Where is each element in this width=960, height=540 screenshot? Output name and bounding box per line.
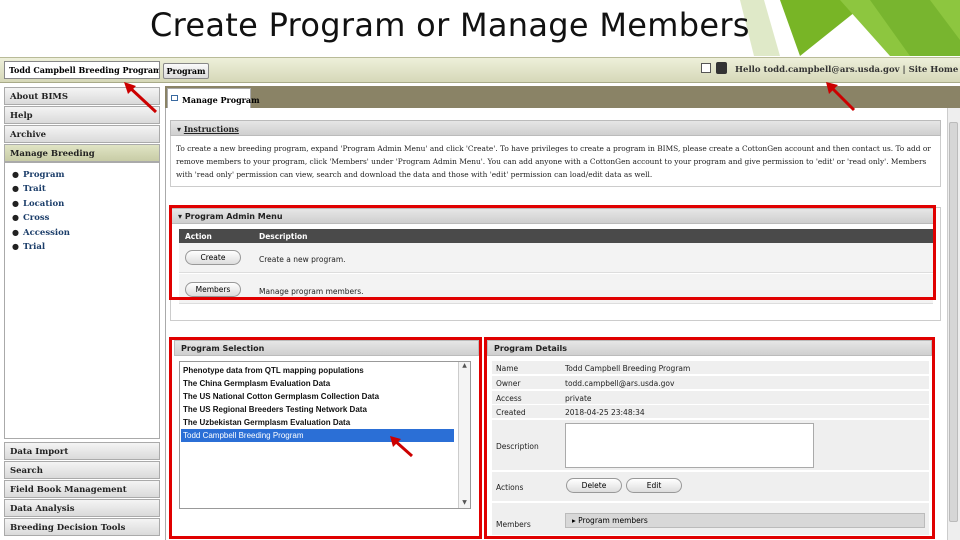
sidebar-item-data-import[interactable]: Data Import <box>4 442 160 460</box>
highlight-admin-menu <box>169 205 936 300</box>
submenu-item-cross[interactable]: ● Cross <box>12 212 49 223</box>
user-greeting-links[interactable]: Hello todd.campbell@ars.usda.gov | Site … <box>735 65 960 75</box>
slide-title: Create Program or Manage Members <box>150 6 750 44</box>
program-select[interactable]: Todd Campbell Breeding Program <box>4 61 160 79</box>
red-arrow-icon <box>826 82 856 112</box>
sidebar-item-archive[interactable]: Archive <box>4 125 160 143</box>
submenu-item-trial[interactable]: ● Trial <box>12 241 45 252</box>
program-button[interactable]: Program <box>163 63 209 79</box>
collapse-arrow-icon: ▾ <box>177 124 184 134</box>
red-arrow-icon <box>390 436 413 458</box>
sidebar-item-breeding-tools[interactable]: Breeding Decision Tools <box>4 518 160 536</box>
highlight-program-selection <box>169 337 482 539</box>
tab-manage-program[interactable]: Manage Program <box>167 88 260 108</box>
instructions-header[interactable]: ▾ Instructions <box>170 120 941 136</box>
user-icon[interactable] <box>716 62 727 74</box>
submenu-item-location[interactable]: ● Location <box>12 198 64 209</box>
main-scrollbar-thumb[interactable] <box>949 122 958 522</box>
sidebar-item-field-book[interactable]: Field Book Management <box>4 480 160 498</box>
window-icon <box>171 95 178 101</box>
red-arrow-icon <box>124 82 158 114</box>
sidebar-item-manage-breeding[interactable]: Manage Breeding <box>4 144 160 162</box>
calendar-icon[interactable] <box>701 63 711 73</box>
submenu-item-accession[interactable]: ● Accession <box>12 227 70 238</box>
decorative-green-shapes <box>740 0 960 56</box>
submenu-item-trait[interactable]: ● Trait <box>12 183 46 194</box>
instructions-text: To create a new breeding program, expand… <box>176 144 931 179</box>
submenu-item-program[interactable]: ● Program <box>12 169 64 180</box>
sidebar-item-search[interactable]: Search <box>4 461 160 479</box>
highlight-program-details <box>484 337 935 539</box>
sidebar-item-data-analysis[interactable]: Data Analysis <box>4 499 160 517</box>
